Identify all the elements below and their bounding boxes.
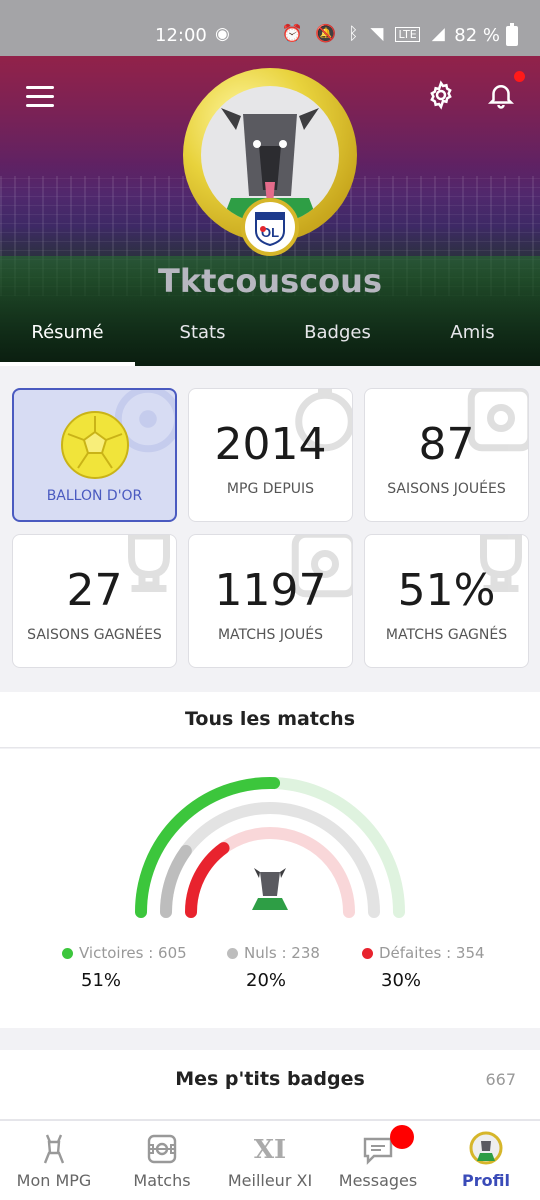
wifi-icon: ◥	[370, 24, 384, 44]
defeats-percent: 30%	[381, 970, 422, 991]
card-value: 2014	[214, 419, 327, 470]
club-badge: OL	[241, 198, 299, 256]
tab-badges[interactable]: Badges	[270, 318, 405, 366]
legend-label: Victoires : 605	[79, 944, 187, 962]
goat-mini-avatar	[250, 866, 290, 910]
chat-icon	[363, 1137, 393, 1165]
legend-draws: Nuls : 238	[227, 944, 320, 962]
whatsapp-icon: ◉	[215, 24, 230, 44]
stat-card-seasons-played: 87 SAISONS JOUÉES	[364, 388, 529, 522]
battery-percent: 82 %	[454, 25, 500, 46]
xi-icon: XI	[253, 1135, 287, 1165]
pitch-icon	[147, 1134, 177, 1164]
nav-profil[interactable]: Profil	[432, 1121, 540, 1200]
defeats-arc	[185, 842, 230, 918]
mute-icon: 🔕	[315, 24, 337, 44]
all-matches-header: Tous les matchs	[0, 692, 540, 748]
status-bar: 12:00 ◉ ⏰ 🔕 ᛒ ◥ LTE ◢ 82 %	[0, 0, 540, 56]
nav-label: Meilleur XI	[227, 1171, 313, 1190]
bell-icon	[487, 85, 515, 109]
stat-card-matches-played: 1197 MATCHS JOUÉS	[188, 534, 353, 668]
profile-badge-icon	[469, 1131, 503, 1165]
draws-dot	[227, 947, 238, 959]
profile-tabs: Résumé Stats Badges Amis	[0, 318, 540, 366]
card-label: BALLON D'OR	[46, 488, 143, 504]
badges-section-header[interactable]: Mes p'tits badges 667	[0, 1050, 540, 1120]
alarm-icon: ⏰	[281, 24, 304, 44]
tab-stats[interactable]: Stats	[135, 318, 270, 366]
nav-label: Profil	[462, 1171, 510, 1190]
tab-amis[interactable]: Amis	[405, 318, 540, 366]
section-title: Tous les matchs	[184, 708, 356, 730]
battery-icon	[506, 22, 518, 46]
menu-icon	[26, 86, 54, 89]
status-time: 12:00	[155, 25, 207, 46]
bluetooth-icon: ᛒ	[348, 24, 359, 44]
ol-crest-icon: OL	[255, 212, 285, 247]
results-gauge	[135, 777, 405, 918]
badges-count: 667	[485, 1070, 516, 1089]
nav-mon-mpg[interactable]: Mon MPG	[0, 1121, 108, 1200]
username: Tktcouscous	[158, 262, 382, 300]
ballon-dor-card[interactable]: BALLON D'OR	[12, 388, 177, 522]
stat-card-mpg-since: 2014 MPG DEPUIS	[188, 388, 353, 522]
messages-notification-dot	[390, 1125, 414, 1149]
card-label: MATCHS GAGNÉS	[385, 627, 508, 643]
settings-button[interactable]	[426, 80, 456, 110]
nav-matchs[interactable]: Matchs	[108, 1121, 216, 1200]
card-value: 1197	[214, 565, 327, 616]
section-title: Mes p'tits badges	[175, 1068, 365, 1090]
notification-dot	[514, 71, 525, 82]
defeats-dot	[362, 947, 373, 959]
legend-label: Défaites : 354	[379, 944, 485, 962]
legend-victories: Victoires : 605	[62, 944, 187, 962]
draws-arc	[160, 844, 192, 918]
nav-messages[interactable]: Messages	[324, 1121, 432, 1200]
card-label: SAISONS JOUÉES	[387, 481, 506, 497]
legend-defeats: Défaites : 354	[362, 944, 485, 962]
lte-icon: LTE	[395, 26, 420, 42]
card-label: MPG DEPUIS	[226, 481, 315, 497]
tab-resume[interactable]: Résumé	[0, 318, 135, 366]
goat-icon	[43, 1134, 65, 1164]
battery-indicator: 82 %	[454, 22, 518, 46]
nav-label: Matchs	[133, 1171, 191, 1190]
draws-percent: 20%	[246, 970, 287, 991]
stat-card-matches-won: 51% MATCHS GAGNÉS	[364, 534, 529, 668]
signal-icon: ◢	[431, 24, 445, 44]
stat-card-seasons-won: 27 SAISONS GAGNÉES	[12, 534, 177, 668]
victories-percent: 51%	[81, 970, 122, 991]
card-label: SAISONS GAGNÉES	[27, 627, 162, 643]
card-value: 87	[418, 419, 475, 470]
nav-meilleur-xi[interactable]: XI Meilleur XI	[216, 1121, 324, 1200]
gear-icon	[435, 89, 447, 101]
nav-label: Mon MPG	[16, 1171, 92, 1190]
card-value: 27	[66, 565, 123, 616]
nav-label: Messages	[338, 1171, 418, 1190]
status-icons: ◉ ⏰ 🔕 ᛒ ◥ LTE ◢	[215, 24, 445, 44]
legend-label: Nuls : 238	[244, 944, 320, 962]
menu-button[interactable]	[26, 86, 54, 108]
active-tab-indicator	[0, 362, 135, 366]
victories-dot	[62, 947, 73, 959]
goat-icon	[252, 868, 288, 910]
card-label: MATCHS JOUÉS	[217, 627, 324, 643]
notifications-button[interactable]	[486, 80, 516, 110]
golden-ball-icon	[61, 411, 129, 479]
card-value: 51%	[397, 565, 496, 616]
bottom-navigation: Mon MPG Matchs XI Meilleur XI Messages P…	[0, 1120, 540, 1200]
